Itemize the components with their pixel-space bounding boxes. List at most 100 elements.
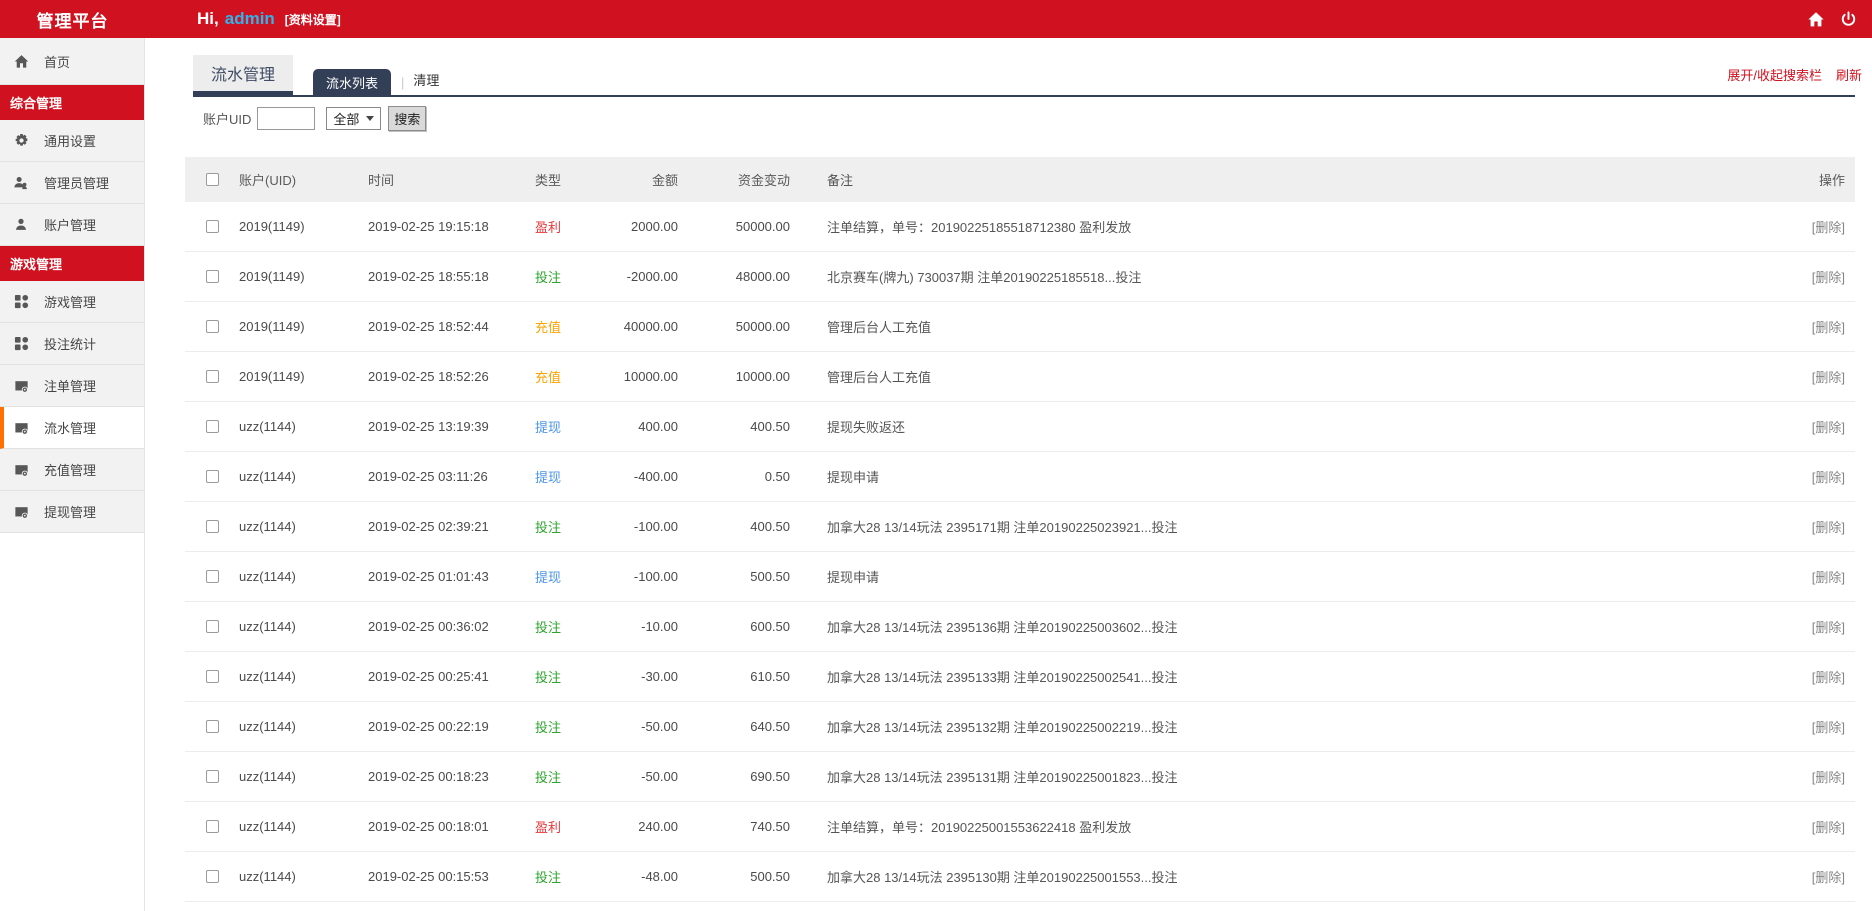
row-checkbox[interactable] bbox=[206, 720, 219, 733]
sidebar-item-flow-management[interactable]: 流水管理 bbox=[0, 407, 144, 449]
flow-table: 账户(UID) 时间 类型 金额 资金变动 备注 操作 2019(1149) 2… bbox=[185, 157, 1855, 902]
row-checkbox[interactable] bbox=[206, 520, 219, 533]
account-cell: uzz(1144) bbox=[239, 669, 296, 684]
row-checkbox[interactable] bbox=[206, 570, 219, 583]
delete-link[interactable]: [删除] bbox=[1812, 520, 1845, 535]
sidebar-item-order-management[interactable]: 注单管理 bbox=[0, 365, 144, 407]
time-cell: 2019-02-25 02:39:21 bbox=[368, 519, 489, 534]
delete-link[interactable]: [删除] bbox=[1812, 270, 1845, 285]
sidebar-item-withdraw-management[interactable]: 提现管理 bbox=[0, 491, 144, 533]
remark-cell: 加拿大28 13/14玩法 2395132期 注单20190225002219.… bbox=[827, 720, 1178, 735]
account-cell: 2019(1149) bbox=[239, 269, 305, 284]
row-checkbox[interactable] bbox=[206, 220, 219, 233]
account-uid-input[interactable] bbox=[257, 107, 316, 130]
delete-link[interactable]: [删除] bbox=[1812, 820, 1845, 835]
row-checkbox[interactable] bbox=[206, 770, 219, 783]
remark-cell: 加拿大28 13/14玩法 2395136期 注单20190225003602.… bbox=[827, 620, 1178, 635]
tab-flow-management[interactable]: 流水管理 bbox=[193, 55, 293, 95]
delete-link[interactable]: [删除] bbox=[1812, 570, 1845, 585]
type-cell: 充值 bbox=[534, 320, 561, 335]
sidebar-item-recharge-management[interactable]: 充值管理 bbox=[0, 449, 144, 491]
sidebar-item-label: 管理员管理 bbox=[44, 176, 110, 191]
sidebar-item-label: 游戏管理 bbox=[44, 295, 97, 310]
select-all-checkbox[interactable] bbox=[206, 173, 219, 186]
row-checkbox[interactable] bbox=[206, 270, 219, 283]
amount-cell: -48.00 bbox=[641, 869, 678, 884]
amount-cell: -10.00 bbox=[641, 619, 678, 634]
remark-cell: 加拿大28 13/14玩法 2395133期 注单20190225002541.… bbox=[827, 670, 1178, 685]
sidebar-item-home[interactable]: 首页 bbox=[0, 38, 144, 85]
tab-cleanup[interactable]: 清理 bbox=[413, 70, 439, 89]
time-cell: 2019-02-25 00:25:41 bbox=[368, 669, 489, 684]
account-cell: 2019(1149) bbox=[239, 369, 305, 384]
delete-link[interactable]: [删除] bbox=[1812, 670, 1845, 685]
type-filter-select[interactable]: 全部 bbox=[326, 107, 382, 130]
table-row: uzz(1144) 2019-02-25 02:39:21 投注 -100.00… bbox=[185, 502, 1855, 552]
doc-icon bbox=[13, 420, 29, 436]
row-checkbox[interactable] bbox=[206, 820, 219, 833]
delete-link[interactable]: [删除] bbox=[1812, 620, 1845, 635]
delete-link[interactable]: [删除] bbox=[1812, 320, 1845, 335]
type-cell: 盈利 bbox=[534, 220, 561, 235]
row-checkbox[interactable] bbox=[206, 870, 219, 883]
account-cell: uzz(1144) bbox=[239, 819, 296, 834]
sidebar: 首页 综合管理 通用设置 管理员管理 账户管理 游戏管理 游戏管理 投注统计 注单管理 流水管理充… bbox=[0, 38, 145, 911]
time-cell: 2019-02-25 03:11:26 bbox=[368, 469, 488, 484]
row-checkbox[interactable] bbox=[206, 470, 219, 483]
balance-cell: 50000.00 bbox=[735, 219, 790, 234]
time-cell: 2019-02-25 00:18:23 bbox=[368, 769, 489, 784]
sidebar-item-label: 投注统计 bbox=[44, 337, 97, 352]
table-row: 2019(1149) 2019-02-25 19:15:18 盈利 2000.0… bbox=[185, 202, 1855, 252]
row-checkbox[interactable] bbox=[206, 370, 219, 383]
header-time: 时间 bbox=[368, 173, 395, 188]
profile-settings-link[interactable]: [资料设置] bbox=[285, 11, 341, 28]
topbar-icons bbox=[1807, 10, 1872, 28]
time-cell: 2019-02-25 13:19:39 bbox=[368, 419, 489, 434]
power-icon[interactable] bbox=[1840, 10, 1857, 28]
delete-link[interactable]: [删除] bbox=[1812, 470, 1845, 485]
balance-cell: 600.50 bbox=[750, 619, 790, 634]
balance-cell: 610.50 bbox=[750, 669, 790, 684]
time-cell: 2019-02-25 00:36:02 bbox=[368, 619, 489, 634]
table-row: uzz(1144) 2019-02-25 00:18:01 盈利 240.00 … bbox=[185, 802, 1855, 852]
sidebar-item-bet-stats[interactable]: 投注统计 bbox=[0, 323, 144, 365]
row-checkbox[interactable] bbox=[206, 670, 219, 683]
account-cell: uzz(1144) bbox=[239, 519, 296, 534]
sidebar-item-game-management[interactable]: 游戏管理 bbox=[0, 281, 144, 323]
delete-link[interactable]: [删除] bbox=[1812, 220, 1845, 235]
sidebar-item-admin-management[interactable]: 管理员管理 bbox=[0, 162, 144, 204]
type-cell: 投注 bbox=[534, 620, 561, 635]
gear-icon bbox=[13, 133, 29, 149]
delete-link[interactable]: [删除] bbox=[1812, 420, 1845, 435]
sidebar-item-label: 账户管理 bbox=[44, 218, 97, 233]
delete-link[interactable]: [删除] bbox=[1812, 770, 1845, 785]
search-bar: 账户UID 全部 搜索 bbox=[203, 106, 1855, 131]
tab-flow-list[interactable]: 流水列表 bbox=[313, 69, 392, 95]
row-checkbox[interactable] bbox=[206, 620, 219, 633]
home-icon[interactable] bbox=[1807, 11, 1825, 28]
time-cell: 2019-02-25 18:55:18 bbox=[368, 269, 489, 284]
remark-cell: 注单结算，单号：20190225185518712380 盈利发放 bbox=[827, 220, 1132, 235]
remark-cell: 加拿大28 13/14玩法 2395130期 注单20190225001553.… bbox=[827, 870, 1178, 885]
row-checkbox[interactable] bbox=[206, 320, 219, 333]
delete-link[interactable]: [删除] bbox=[1812, 720, 1845, 735]
balance-cell: 48000.00 bbox=[735, 269, 790, 284]
table-row: uzz(1144) 2019-02-25 00:15:53 投注 -48.00 … bbox=[185, 852, 1855, 902]
time-cell: 2019-02-25 18:52:44 bbox=[368, 319, 489, 334]
sidebar-section-general: 综合管理 bbox=[0, 85, 144, 120]
header-account: 账户(UID) bbox=[239, 173, 297, 188]
sidebar-item-general-settings[interactable]: 通用设置 bbox=[0, 120, 144, 162]
refresh-link[interactable]: 刷新 bbox=[1836, 65, 1862, 84]
header-action: 操作 bbox=[1818, 173, 1845, 188]
doc-icon bbox=[13, 378, 29, 394]
delete-link[interactable]: [删除] bbox=[1812, 370, 1845, 385]
row-checkbox[interactable] bbox=[206, 420, 219, 433]
time-cell: 2019-02-25 19:15:18 bbox=[368, 219, 489, 234]
main-content: 展开/收起搜索栏 刷新 流水管理 流水列表 | 清理 账户UID 全部 搜索 账… bbox=[145, 38, 1872, 911]
search-button[interactable]: 搜索 bbox=[388, 106, 427, 131]
delete-link[interactable]: [删除] bbox=[1812, 870, 1845, 885]
toggle-search-link[interactable]: 展开/收起搜索栏 bbox=[1727, 65, 1822, 84]
table-row: uzz(1144) 2019-02-25 00:22:19 投注 -50.00 … bbox=[185, 702, 1855, 752]
username: admin bbox=[224, 9, 275, 28]
sidebar-item-account-management[interactable]: 账户管理 bbox=[0, 204, 144, 246]
